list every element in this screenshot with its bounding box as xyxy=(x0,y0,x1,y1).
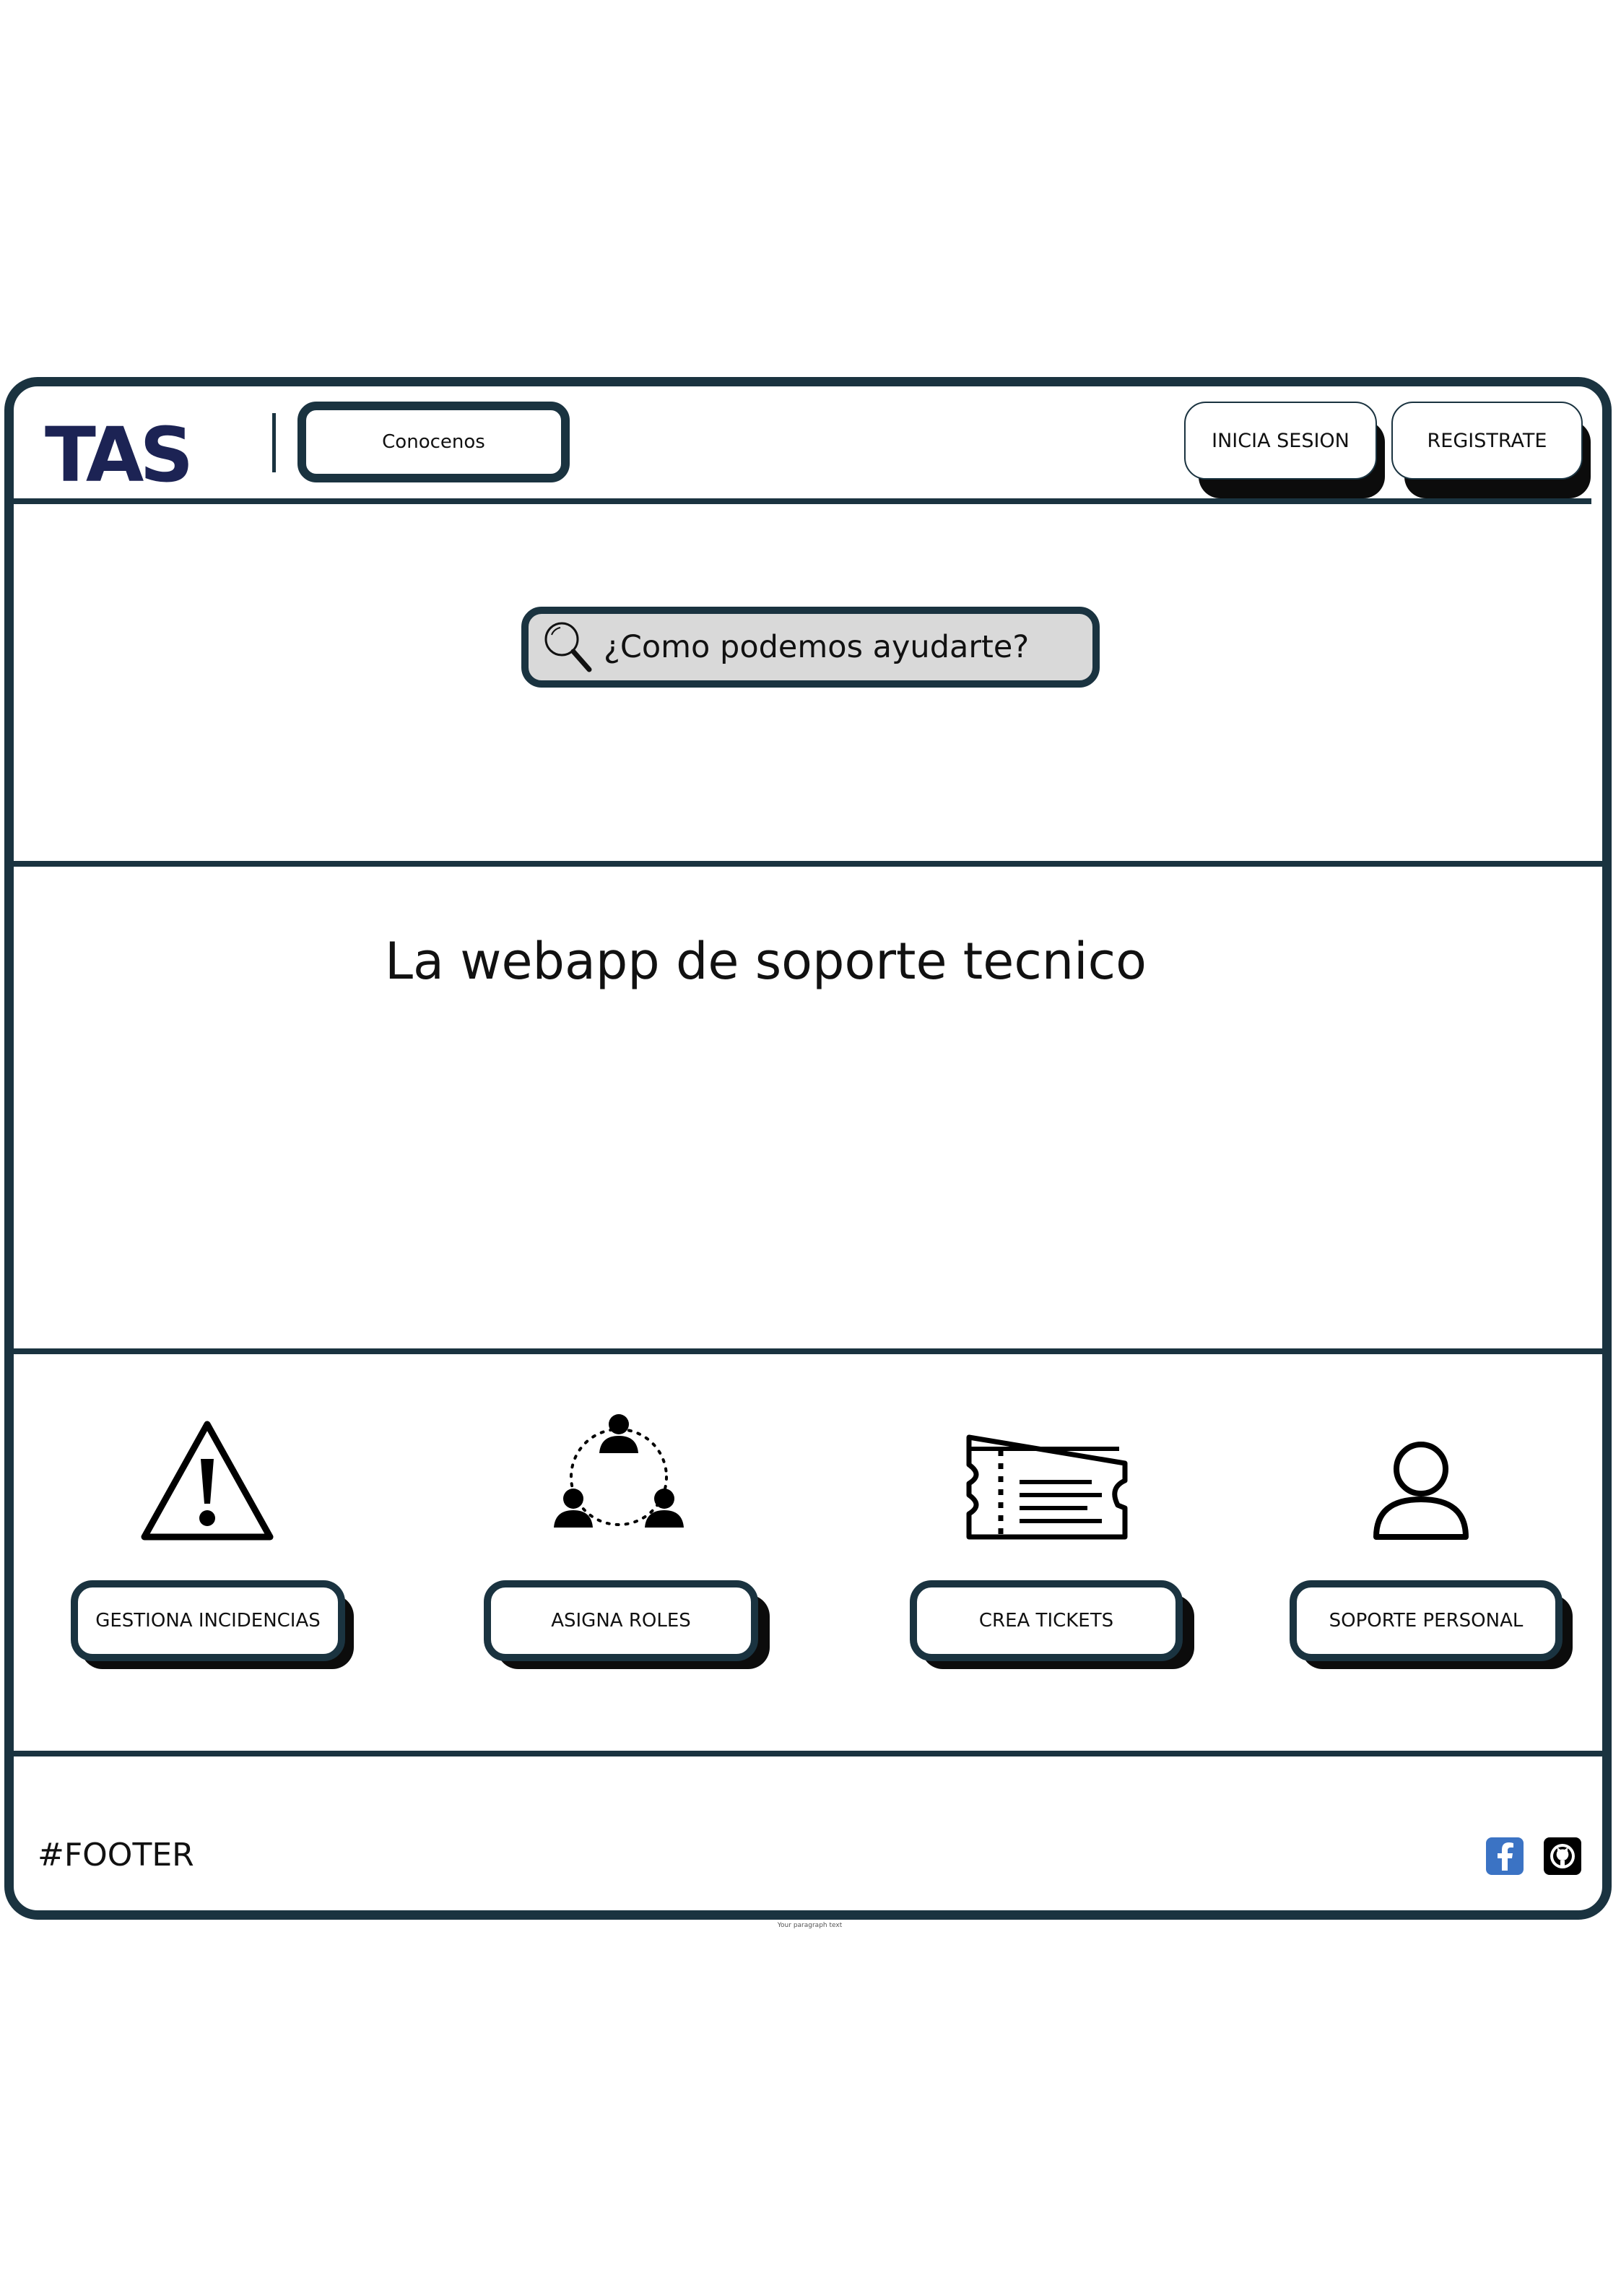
search-input[interactable]: ¿Como podemos ayudarte? xyxy=(604,629,1029,665)
ticket-icon xyxy=(966,1434,1128,1540)
feature-button-roles[interactable]: ASIGNA ROLES xyxy=(484,1580,758,1661)
search-icon xyxy=(544,622,592,672)
header-divider xyxy=(272,413,276,472)
nav-about-button[interactable]: Conocenos xyxy=(297,402,570,482)
facebook-icon[interactable] xyxy=(1486,1837,1524,1875)
feature-button-incidents[interactable]: GESTIONA INCIDENCIAS xyxy=(71,1580,345,1661)
person-top xyxy=(599,1414,638,1465)
user-icon xyxy=(1373,1442,1469,1540)
hero-headline: La webapp de soporte tecnico xyxy=(385,932,1147,991)
header-divider-line xyxy=(10,498,1591,504)
paragraph-text: Your paragraph text xyxy=(777,1922,843,1929)
register-button[interactable]: REGISTRATE xyxy=(1391,402,1583,480)
github-icon[interactable] xyxy=(1544,1837,1581,1875)
search-bar[interactable]: ¿Como podemos ayudarte? xyxy=(521,607,1100,688)
section-divider-2 xyxy=(4,1348,1612,1354)
section-divider-3 xyxy=(4,1751,1612,1756)
feature-button-tickets[interactable]: CREA TICKETS xyxy=(910,1580,1183,1661)
footer-label: #FOOTER xyxy=(38,1837,194,1873)
feature-button-support[interactable]: SOPORTE PERSONAL xyxy=(1290,1580,1563,1661)
logo[interactable]: TAS xyxy=(45,417,194,493)
team-roles-icon xyxy=(554,1414,684,1528)
warning-icon xyxy=(141,1421,274,1541)
login-button[interactable]: INICIA SESION xyxy=(1184,402,1377,480)
section-divider-1 xyxy=(4,861,1612,867)
